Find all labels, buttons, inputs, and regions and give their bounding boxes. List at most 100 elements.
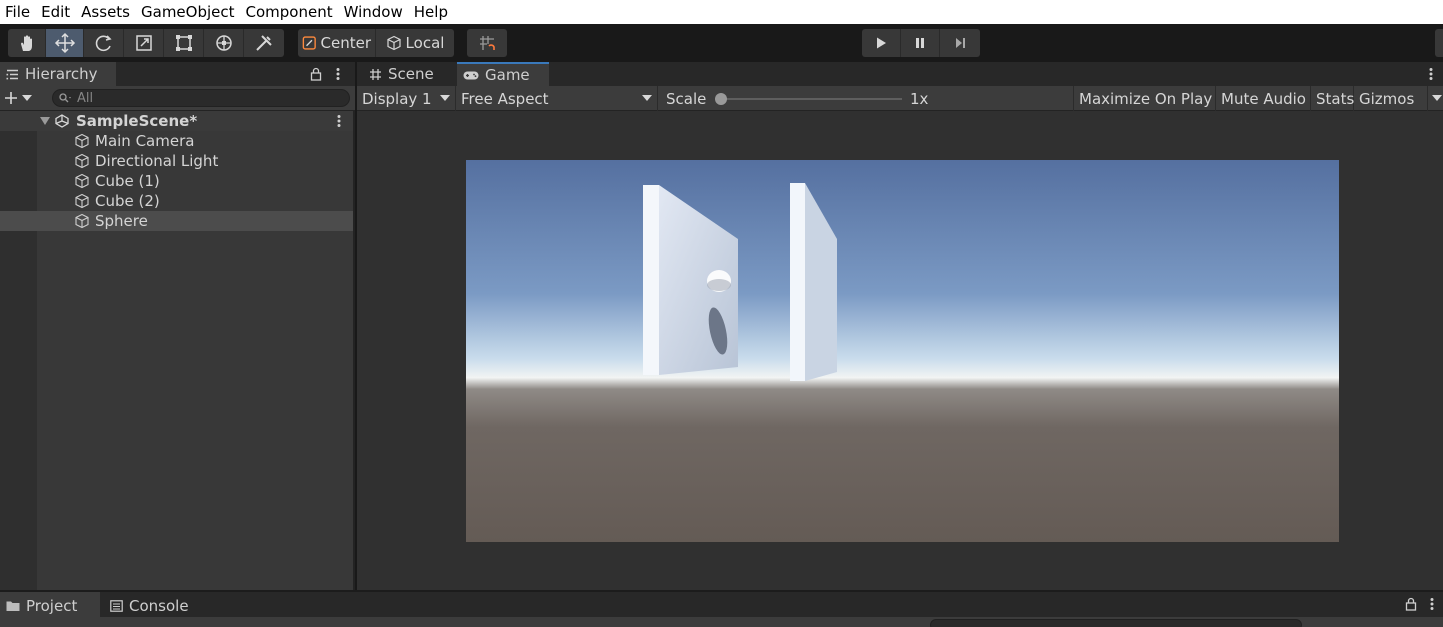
hierarchy-item[interactable]: Cube (1)	[0, 171, 353, 191]
pause-icon	[916, 38, 924, 48]
pivot-center-button[interactable]: Center	[298, 29, 376, 57]
tab-hierarchy-label: Hierarchy	[25, 65, 98, 83]
console-icon	[110, 599, 123, 612]
gameobject-cube-icon	[73, 132, 91, 150]
stats-label: Stats	[1316, 89, 1355, 108]
cube-icon	[386, 35, 401, 51]
rect-tool-button[interactable]	[164, 29, 204, 57]
game-render-viewport[interactable]	[466, 160, 1339, 542]
plus-icon	[5, 92, 17, 104]
bottom-lock-icon[interactable]	[1405, 597, 1417, 611]
hierarchy-tabbar: Hierarchy	[0, 62, 355, 86]
play-button[interactable]	[862, 29, 901, 57]
hierarchy-item-label: Directional Light	[95, 152, 219, 170]
chevron-down-icon	[642, 95, 652, 101]
aspect-dropdown-value: Free Aspect	[461, 89, 549, 108]
pause-button[interactable]	[901, 29, 940, 57]
menu-file[interactable]: File	[0, 0, 36, 24]
hierarchy-item[interactable]: Directional Light	[0, 151, 353, 171]
game-view-area	[357, 111, 1443, 590]
lock-icon[interactable]	[310, 67, 322, 81]
step-icon	[956, 38, 965, 48]
hierarchy-search-input[interactable]: All	[52, 89, 350, 107]
hierarchy-toolbar: All	[0, 86, 355, 111]
view-kebab-icon[interactable]	[1427, 67, 1435, 81]
maximize-on-play-label: Maximize On Play	[1079, 89, 1213, 108]
grid-icon	[370, 68, 381, 80]
gameobject-cube-icon	[73, 152, 91, 170]
expand-arrow-icon[interactable]	[40, 117, 50, 125]
move-tool-button[interactable]	[46, 29, 84, 57]
tab-scene-label: Scene	[388, 65, 434, 83]
maximize-on-play-toggle[interactable]: Maximize On Play	[1074, 86, 1216, 111]
hand-tool-button[interactable]	[8, 29, 46, 57]
hand-tool-icon	[20, 35, 32, 51]
grid-snap-button[interactable]	[467, 29, 507, 57]
menu-assets[interactable]: Assets	[76, 0, 136, 24]
custom-tool-icon	[256, 35, 272, 51]
scale-slider-track[interactable]	[718, 98, 902, 100]
rect-tool-icon	[175, 35, 192, 51]
scene-name: SampleScene*	[76, 112, 198, 130]
gizmos-dropdown-icon[interactable]	[1432, 95, 1442, 101]
stats-toggle[interactable]: Stats	[1311, 86, 1354, 111]
game-render-image	[466, 160, 1339, 542]
search-placeholder: All	[77, 90, 94, 106]
menu-bar: File Edit Assets GameObject Component Wi…	[0, 0, 1443, 24]
scene-row[interactable]: SampleScene*	[0, 111, 353, 131]
gizmos-toggle[interactable]: Gizmos	[1354, 86, 1428, 111]
scene-kebab-icon[interactable]	[335, 114, 343, 128]
menu-edit[interactable]: Edit	[36, 0, 76, 24]
kebab-menu-icon[interactable]	[334, 67, 342, 81]
tab-scene[interactable]: Scene	[363, 62, 455, 86]
main-toolbar: Center Local	[0, 24, 1443, 62]
gizmos-label: Gizmos	[1359, 89, 1415, 108]
chevron-down-icon	[440, 95, 450, 101]
play-controls-group	[862, 29, 980, 57]
pivot-group: Center Local	[298, 29, 454, 57]
hierarchy-item[interactable]: Cube (2)	[0, 191, 353, 211]
rotate-tool-button[interactable]	[84, 29, 124, 57]
move-tool-icon	[54, 32, 75, 54]
tab-project[interactable]: Project	[0, 592, 100, 619]
aspect-dropdown[interactable]: Free Aspect	[456, 86, 658, 111]
tab-game[interactable]: Game	[457, 62, 549, 86]
scale-value: 1x	[910, 89, 929, 108]
menu-component[interactable]: Component	[241, 0, 339, 24]
tab-console-label: Console	[129, 596, 189, 615]
menu-help[interactable]: Help	[409, 0, 454, 24]
hierarchy-item-label: Main Camera	[95, 132, 195, 150]
menu-window[interactable]: Window	[339, 0, 409, 24]
project-toolbar	[0, 617, 1443, 627]
mute-audio-toggle[interactable]: Mute Audio	[1216, 86, 1311, 111]
list-icon	[6, 69, 18, 79]
tab-console[interactable]: Console	[104, 592, 204, 619]
hierarchy-item-selected[interactable]: Sphere	[0, 211, 353, 231]
tab-project-label: Project	[26, 596, 78, 615]
gameobject-cube-icon	[73, 172, 91, 190]
search-icon	[59, 93, 71, 103]
scale-slider-thumb[interactable]	[715, 93, 727, 105]
chevron-down-icon	[22, 95, 32, 101]
create-dropdown-button[interactable]	[4, 89, 38, 107]
gameobject-cube-icon	[73, 212, 91, 230]
scale-tool-icon	[135, 35, 152, 51]
view-tabbar: Scene Game	[357, 62, 1443, 86]
custom-tool-button[interactable]	[244, 29, 284, 57]
folder-icon	[6, 601, 20, 611]
bottom-kebab-icon[interactable]	[1428, 597, 1436, 611]
mute-audio-label: Mute Audio	[1221, 89, 1306, 108]
tab-hierarchy[interactable]: Hierarchy	[0, 62, 116, 86]
hierarchy-item-label: Sphere	[95, 212, 148, 230]
hierarchy-tree: SampleScene* Main Camera Directional Lig…	[0, 111, 355, 590]
display-dropdown[interactable]: Display 1	[357, 86, 456, 111]
project-search-input[interactable]	[930, 619, 1302, 627]
pivot-local-button[interactable]: Local	[376, 29, 454, 57]
menu-gameobject[interactable]: GameObject	[136, 0, 241, 24]
scale-tool-button[interactable]	[124, 29, 164, 57]
transform-tool-button[interactable]	[204, 29, 244, 57]
account-button-stub[interactable]	[1435, 29, 1443, 57]
pivot-center-icon	[302, 36, 316, 50]
step-button[interactable]	[940, 29, 980, 57]
hierarchy-item[interactable]: Main Camera	[0, 131, 353, 151]
